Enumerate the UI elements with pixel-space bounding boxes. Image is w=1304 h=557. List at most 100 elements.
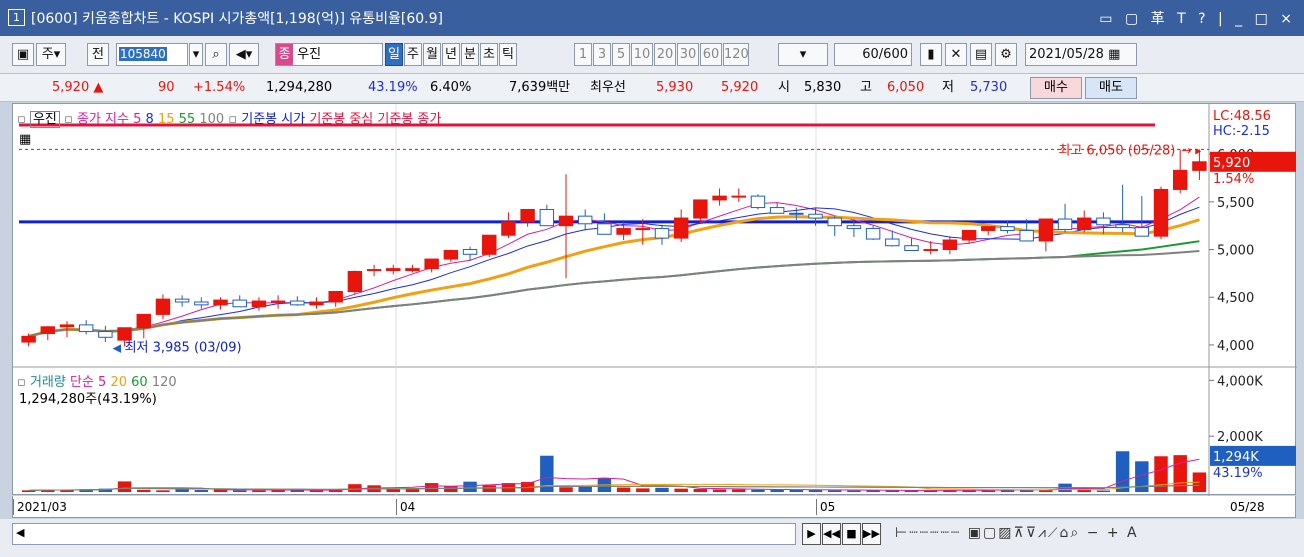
candle-body [1057,218,1073,231]
candle-body [366,269,382,272]
high-label: 고 [860,80,872,95]
interval-20-button[interactable]: 20 [654,43,676,66]
candle-body [558,215,574,227]
legend-ma-label: 종가 지수 [76,112,129,127]
candle-body [251,300,267,308]
volume-bar [616,487,631,492]
candle-body [865,228,881,240]
horizontal-scrollbar[interactable]: ◀ [12,523,796,545]
count-input[interactable]: 60/600 [834,43,912,66]
interval-30-button[interactable]: 30 [677,43,699,66]
period-5-button[interactable]: 초 [480,43,498,66]
volume-bar [655,487,669,492]
volume-ma5-line [28,458,1200,491]
volume-bar [693,488,708,492]
sound-icon[interactable]: ◀▾ [229,43,259,66]
rewind-icon[interactable]: ◀◀ [822,523,841,545]
candle-body [136,313,151,329]
volume-bar [1173,455,1187,492]
period-1-button[interactable]: 주 [404,43,422,66]
window-title: [0600] 키움종합차트 - KOSPI 시가총액[1,198(억)] 유통비… [31,11,443,27]
best-label: 최우선 [590,80,626,95]
save-icon[interactable]: ▤ [970,43,992,66]
chart-panel: 4,0004,5005,0005,5006,0002,000K4,000K→ ▸… [12,103,1297,496]
open-price: 5,830 [804,80,842,95]
window-number-badge: 1 [8,9,25,26]
interval-5-button[interactable]: 5 [612,43,630,66]
interval-120-button[interactable]: 120 [723,43,749,66]
ma100-line [28,250,1200,338]
volume-bar [732,489,746,492]
interval-3-button[interactable]: 3 [593,43,611,66]
interval-60-button[interactable]: 60 [700,43,722,66]
gear-icon[interactable]: ⚙ [995,43,1017,66]
code-dropdown-icon[interactable]: ▾ [189,43,203,66]
candle-body [194,301,209,306]
legend-ma5: 5 [133,112,142,127]
volume-bar [444,486,458,492]
date-input[interactable]: 2021/05/28 ▦ [1025,43,1137,66]
candle-body [904,245,919,251]
volume-bar [137,489,151,492]
play-icon[interactable]: ▶ [802,523,821,545]
candle-body [1115,224,1130,229]
candle-body [961,229,977,241]
period-3-button[interactable]: 년 [442,43,460,66]
scroll-left-icon[interactable]: ◀ [16,526,24,539]
candle-body [597,223,612,235]
grid-toggle-icon[interactable]: ▦ [19,132,31,147]
legend-ma100: 100 [199,112,225,127]
candle-body [635,228,651,231]
custom-interval-select[interactable]: ▾ [778,43,828,66]
panel-toggle-icon[interactable]: ▣ [12,43,34,66]
mode-select[interactable]: 주▾ [36,43,66,66]
candle-body [1172,169,1188,190]
prev-button[interactable]: 전 [87,43,109,66]
period-6-button[interactable]: 틱 [499,43,517,66]
candle-body [1096,217,1111,226]
period-2-button[interactable]: 월 [423,43,441,66]
candle-body [117,327,132,341]
candle-body [482,234,497,255]
price-legend: ▫ 우진 ▫ 종가 지수 5 8 15 55 100 ▫ 기준봉 시가 기준봉 … [17,111,442,128]
period-0-button[interactable]: 일 [385,43,403,66]
window-controls[interactable]: ▭ ▢ 革 T ? | _ □ × [1099,8,1296,28]
search-icon[interactable]: ⌕ [205,43,227,66]
candle-body [40,326,56,334]
bottom-bar: ◀ ▶ ◀◀ ■ ▶▶ ⊢┈┈┈┈┈ ▣▢▨⊼⊽⩘⟋⌂⌕ − + A [0,519,1304,557]
x-axis: 2021/03 04 05 05/28 [12,496,1296,518]
candle-body [1000,226,1015,231]
candle-body [1077,217,1092,231]
volume-value-label: 1,294,280주(43.19%) [19,392,157,407]
candle-body [693,199,708,219]
candle-body [443,249,459,260]
name-badge: 종 [276,44,293,65]
candle-body [309,301,324,306]
volume-bar [770,489,784,492]
low-price: 5,730 [970,80,1008,95]
interval-1-button[interactable]: 1 [574,43,592,66]
candle-body [827,217,842,227]
chart-type-icon[interactable]: ▮ [920,43,942,66]
volume-bar [636,488,650,492]
candle-body [577,215,593,225]
compare-icon[interactable]: ✕ [945,43,967,66]
stop-icon[interactable]: ■ [842,523,861,545]
candle-body [981,226,996,231]
low-label: 저 [942,80,954,95]
fast-forward-icon[interactable]: ▶▶ [862,523,881,545]
sell-button[interactable]: 매도 [1085,77,1137,99]
vol-tick-label-1: 4,000K [1217,374,1263,389]
candle-body [59,324,75,328]
price-change: 90 [158,80,175,95]
zoom-and-drawing-tools[interactable]: ⊢┈┈┈┈┈ ▣▢▨⊼⊽⩘⟋⌂⌕ − + A [895,525,1139,541]
period-4-button[interactable]: 분 [461,43,479,66]
stock-name-field[interactable]: 종 우진 [275,43,383,66]
volume-bar [828,490,842,492]
buy-button[interactable]: 매수 [1030,77,1082,99]
candlestick-chart[interactable]: 4,0004,5005,0005,5006,0002,000K4,000K→ ▸… [13,104,1297,496]
interval-10-button[interactable]: 10 [631,43,653,66]
ma55-line [28,240,1200,338]
stock-code-input[interactable]: 105840 [116,43,188,66]
volume-bar [156,490,170,492]
